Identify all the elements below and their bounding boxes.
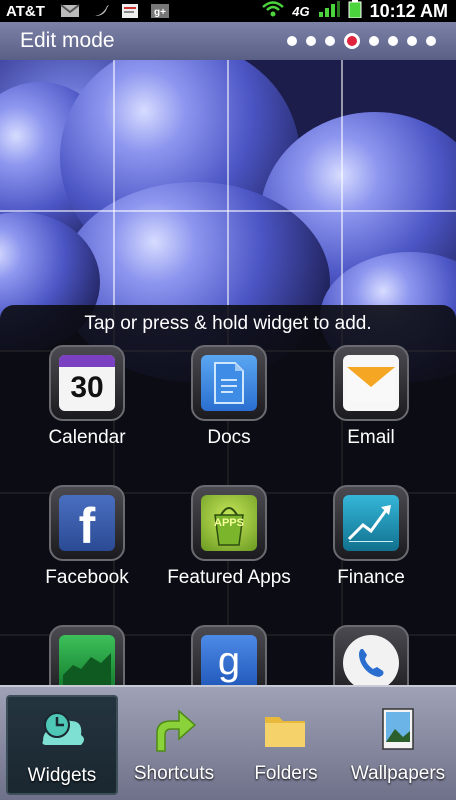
page-dot[interactable] (306, 36, 316, 46)
facebook-icon: f (49, 485, 125, 561)
twitter-icon (90, 3, 110, 19)
clock: 10:12 AM (369, 0, 448, 21)
calendar-date: 30 (70, 371, 104, 404)
signal-icon (318, 1, 340, 21)
finance-icon (333, 485, 409, 561)
page-dot[interactable] (407, 36, 417, 46)
dock-label: Folders (254, 763, 318, 784)
widget-facebook[interactable]: f Facebook (12, 485, 162, 589)
page-dot[interactable] (287, 36, 297, 46)
widget-picker-panel: Tap or press & hold widget to add. 30 Ca… (0, 305, 456, 701)
widget-email[interactable]: Email (296, 345, 446, 449)
dock-label: Widgets (27, 765, 97, 786)
shortcuts-arrow-icon (149, 705, 199, 755)
widget-docs[interactable]: Docs (154, 345, 304, 449)
widget-label: Finance (337, 567, 405, 588)
calendar-icon: 30 (49, 345, 125, 421)
facebook-glyph: f (78, 498, 96, 554)
svg-text:g+: g+ (154, 7, 166, 18)
widget-label: Calendar (48, 427, 126, 448)
network-type-label: 4G (292, 3, 310, 19)
featured-apps-icon: APPS (191, 485, 267, 561)
widget-label: Docs (207, 427, 251, 448)
docs-icon (191, 345, 267, 421)
status-bar: AT&T g+ 4G 10:12 AM (0, 0, 456, 22)
edit-mode-header: Edit mode (0, 22, 456, 60)
dock-tab-shortcuts[interactable]: Shortcuts (122, 695, 226, 795)
page-indicator[interactable] (287, 33, 436, 49)
folder-icon (261, 705, 311, 755)
widget-featured-apps[interactable]: APPS Featured Apps (154, 485, 304, 589)
wallpapers-icon (373, 705, 423, 755)
dock-label: Wallpapers (350, 763, 446, 784)
page-dot[interactable] (388, 36, 398, 46)
gmail-icon (60, 3, 80, 19)
featured-apps-glyph: APPS (214, 517, 244, 529)
bottom-dock: Widgets Shortcuts Folders Wallpapers (0, 685, 456, 800)
notification-card-icon (120, 3, 140, 19)
page-dot[interactable] (426, 36, 436, 46)
page-dot[interactable] (369, 36, 379, 46)
wifi-icon (262, 1, 285, 21)
dock-tab-folders[interactable]: Folders (236, 695, 336, 795)
widget-finance[interactable]: Finance (296, 485, 446, 589)
widget-label: Email (347, 427, 395, 448)
widget-label: Facebook (45, 567, 129, 588)
panel-hint-text: Tap or press & hold widget to add. (84, 313, 372, 334)
google-plus-icon: g+ (150, 3, 170, 19)
grid-line (0, 210, 456, 212)
google-glyph: g (217, 639, 241, 683)
widget-label: Featured Apps (167, 567, 291, 588)
email-icon (333, 345, 409, 421)
carrier-label: AT&T (6, 2, 45, 20)
widget-calendar[interactable]: 30 Calendar (12, 345, 162, 449)
page-dot-active[interactable] (344, 33, 360, 49)
page-title: Edit mode (20, 29, 115, 52)
dock-label: Shortcuts (133, 763, 215, 784)
page-dot[interactable] (325, 36, 335, 46)
dock-tab-widgets[interactable]: Widgets (6, 695, 118, 795)
battery-icon (348, 0, 362, 22)
dock-tab-wallpapers[interactable]: Wallpapers (344, 695, 452, 795)
widgets-icon (37, 707, 87, 757)
